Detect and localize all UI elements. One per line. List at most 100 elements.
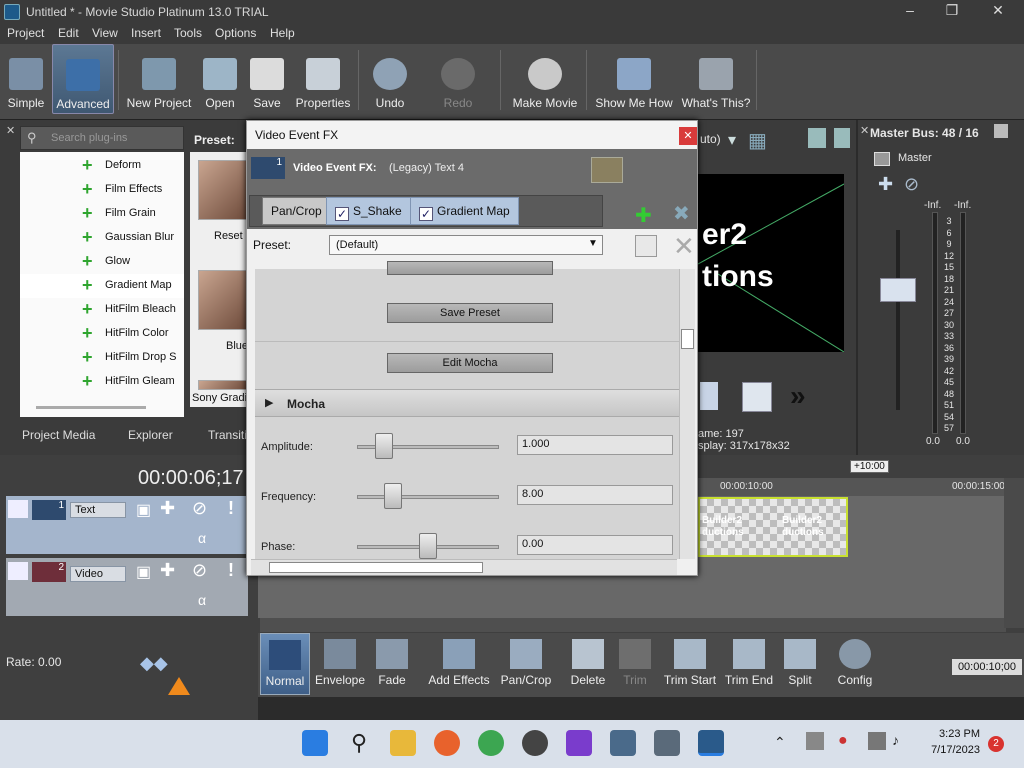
frequency-slider-track[interactable]: [357, 495, 499, 499]
mocha-section-header[interactable]: ▶ Mocha: [255, 389, 679, 417]
tree-item[interactable]: + HitFilm Color: [20, 322, 184, 346]
track-collapse-icon[interactable]: [8, 500, 28, 518]
timeline-vscrollbar[interactable]: [1004, 478, 1024, 628]
partial-button[interactable]: [387, 261, 553, 275]
track-mute-icon[interactable]: ⊘: [192, 560, 207, 581]
track-solo-icon[interactable]: !: [228, 498, 234, 519]
redo-button[interactable]: Redo: [436, 44, 480, 114]
undo-button[interactable]: Undo: [368, 44, 412, 114]
trim-end-button[interactable]: Trim End: [724, 633, 774, 695]
track-motion-icon[interactable]: ▣: [136, 562, 151, 582]
visual-studio-icon[interactable]: [566, 730, 592, 756]
stop-button[interactable]: [742, 382, 772, 412]
start-button-icon[interactable]: [302, 730, 328, 756]
save-button[interactable]: Save: [248, 44, 286, 114]
network-icon[interactable]: [806, 732, 824, 750]
phase-slider[interactable]: [419, 533, 437, 559]
loop-region-marker[interactable]: +10:00: [850, 460, 889, 473]
clock-date[interactable]: 7/17/2023: [920, 744, 980, 756]
phase-field[interactable]: 0.00: [517, 535, 673, 555]
compositing-icon[interactable]: α: [198, 530, 206, 546]
save-frame-icon[interactable]: [834, 128, 850, 148]
config-button[interactable]: Config: [832, 633, 878, 695]
chain-item-gradient-map[interactable]: ✓ Gradient Map: [410, 197, 519, 225]
rate-slider-handle[interactable]: [168, 677, 190, 695]
fade-button[interactable]: Fade: [370, 633, 414, 695]
dropdown-arrow-icon[interactable]: ▾: [728, 130, 736, 150]
preset-dropdown[interactable]: (Default) ▼: [329, 235, 603, 255]
tree-item[interactable]: + HitFilm Gleam: [20, 370, 184, 394]
shuttle-icon[interactable]: ◆◆: [140, 653, 168, 674]
simple-button[interactable]: Simple: [4, 44, 48, 114]
checkbox-checked-icon[interactable]: ✓: [419, 207, 433, 221]
new-project-button[interactable]: New Project: [124, 44, 194, 114]
trim-start-button[interactable]: Trim Start: [662, 633, 718, 695]
settings-icon[interactable]: [610, 730, 636, 756]
search-icon[interactable]: ⚲: [346, 730, 372, 756]
master-fader-handle[interactable]: [880, 278, 916, 302]
tree-item[interactable]: + HitFilm Drop S: [20, 346, 184, 370]
file-explorer-icon[interactable]: [390, 730, 416, 756]
volume-icon[interactable]: ♪: [892, 732, 899, 748]
save-preset-button[interactable]: Save Preset: [387, 303, 553, 323]
tree-item[interactable]: + Film Grain: [20, 202, 184, 226]
panel-close-icon[interactable]: ✕: [860, 124, 869, 137]
track-fx-icon[interactable]: ✚: [160, 560, 175, 581]
display-icon[interactable]: [868, 732, 886, 750]
menu-options[interactable]: Options: [215, 26, 256, 40]
maximize-button[interactable]: ❐: [932, 2, 972, 22]
delete-button[interactable]: Delete: [568, 633, 608, 695]
params-hscrollbar[interactable]: [251, 559, 677, 575]
add-plugin-icon[interactable]: ✚: [635, 203, 652, 228]
track-fx-icon[interactable]: ✚: [160, 498, 175, 519]
track-motion-icon[interactable]: ▣: [136, 500, 151, 520]
split-button[interactable]: Split: [780, 633, 820, 695]
tree-item[interactable]: + HitFilm Bleach: [20, 298, 184, 322]
amplitude-field[interactable]: 1.000: [517, 435, 673, 455]
preset-thumb-sony[interactable]: [198, 380, 248, 390]
text-clip[interactable]: Builder2 ductions Builder2 ductions: [698, 497, 848, 557]
fast-forward-icon[interactable]: »: [790, 380, 806, 412]
frequency-field[interactable]: 8.00: [517, 485, 673, 505]
frequency-slider[interactable]: [383, 483, 402, 509]
pan-crop-button[interactable]: Pan/Crop: [498, 633, 554, 695]
menu-project[interactable]: Project: [7, 26, 44, 40]
save-preset-icon[interactable]: [635, 235, 657, 257]
track-solo-icon[interactable]: !: [228, 560, 234, 581]
vscroll-thumb[interactable]: [681, 329, 694, 349]
firefox-icon[interactable]: [434, 730, 460, 756]
copy-frame-icon[interactable]: [808, 128, 826, 148]
menu-edit[interactable]: Edit: [58, 26, 79, 40]
show-me-how-button[interactable]: Show Me How: [592, 44, 676, 114]
tab-explorer[interactable]: Explorer: [128, 428, 173, 442]
menu-tools[interactable]: Tools: [174, 26, 202, 40]
grid-icon[interactable]: ▦: [748, 128, 767, 153]
envelope-button[interactable]: Envelope: [314, 633, 366, 695]
normal-mode-button[interactable]: Normal: [260, 633, 310, 695]
panel-close-icon[interactable]: ✕: [6, 124, 15, 137]
chrome-icon[interactable]: [478, 730, 504, 756]
tab-project-media[interactable]: Project Media: [22, 428, 95, 442]
properties-button[interactable]: Properties: [292, 44, 354, 114]
make-movie-button[interactable]: Make Movie: [508, 44, 582, 114]
checkbox-checked-icon[interactable]: ✓: [335, 207, 349, 221]
delete-preset-icon[interactable]: ✕: [673, 231, 695, 262]
menu-help[interactable]: Help: [270, 26, 295, 40]
mute-icon[interactable]: ⊘: [904, 174, 919, 195]
notification-badge[interactable]: 2: [988, 736, 1004, 752]
advanced-button[interactable]: Advanced: [52, 44, 114, 114]
close-button[interactable]: ✕: [978, 2, 1018, 22]
tree-item-selected[interactable]: + Gradient Map: [20, 274, 184, 298]
add-effects-button[interactable]: Add Effects: [426, 633, 492, 695]
timeline-hscrollbar[interactable]: [260, 618, 1006, 632]
open-button[interactable]: Open: [200, 44, 240, 114]
hscroll-thumb[interactable]: [269, 562, 483, 573]
tree-item[interactable]: + Gaussian Blur: [20, 226, 184, 250]
amplitude-slider[interactable]: [374, 433, 393, 459]
chain-view-button[interactable]: [591, 157, 623, 183]
whats-this-button[interactable]: What's This?: [680, 44, 752, 114]
pause-button[interactable]: [700, 382, 718, 410]
preset-thumb-reset[interactable]: [198, 160, 248, 220]
tree-item[interactable]: + Film Effects: [20, 178, 184, 202]
tree-item[interactable]: + Deform: [20, 154, 184, 178]
